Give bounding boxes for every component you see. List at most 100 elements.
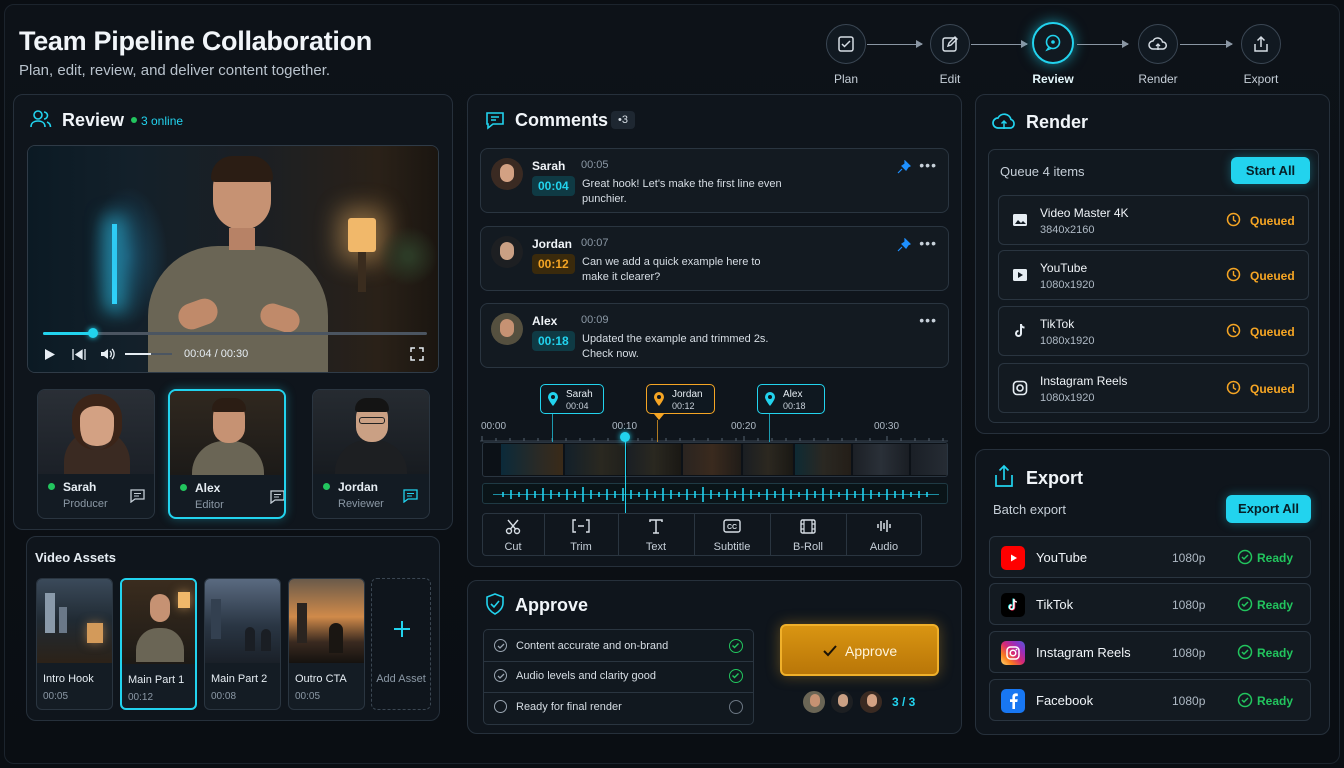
pipeline-arrow xyxy=(1077,40,1129,48)
volume-slider[interactable] xyxy=(125,353,172,355)
checklist-item[interactable]: Audio levels and clarity good xyxy=(483,661,754,691)
export-item[interactable]: TikTok 1080p Ready xyxy=(989,583,1311,625)
facebook-icon xyxy=(1001,689,1025,713)
more-icon[interactable]: ••• xyxy=(919,157,937,173)
export-item-resolution: 1080p xyxy=(1172,598,1206,612)
export-item[interactable]: Instagram Reels 1080p Ready xyxy=(989,631,1311,673)
render-queue-item[interactable]: TikTok 1080x1920 Queued xyxy=(998,306,1309,356)
check-circle-icon[interactable] xyxy=(494,639,507,652)
message-icon[interactable] xyxy=(403,489,418,508)
tool-label: Subtitle xyxy=(713,541,751,553)
asset-outro-cta[interactable]: Outro CTA 00:05 xyxy=(288,578,365,710)
collaborator-name: Jordan xyxy=(338,480,379,494)
comment-timecode[interactable]: 00:18 xyxy=(532,331,575,351)
pipeline-step-render[interactable]: Render xyxy=(1128,24,1188,86)
pipeline-step-export[interactable]: Export xyxy=(1231,24,1291,86)
asset-main-part-1[interactable]: Main Part 1 00:12 xyxy=(120,578,197,710)
collaborator-role: Editor xyxy=(195,499,224,511)
chat-bubble-icon xyxy=(1032,22,1074,64)
skip-icon[interactable] xyxy=(72,348,86,366)
tool-subtitle[interactable]: CC Subtitle xyxy=(694,513,770,556)
tool-cut[interactable]: Cut xyxy=(482,513,544,556)
asset-main-part-2[interactable]: Main Part 2 00:08 xyxy=(204,578,281,710)
render-queue-item[interactable]: Instagram Reels 1080x1920 Queued xyxy=(998,363,1309,413)
pin-icon[interactable] xyxy=(897,237,912,257)
tool-b-roll[interactable]: B-Roll xyxy=(770,513,846,556)
tool-label: Audio xyxy=(869,541,899,553)
queue-item-name: TikTok xyxy=(1040,317,1075,331)
video-assets-title: Video Assets xyxy=(35,550,116,565)
comment-item[interactable]: Sarah 00:05 00:04 Great hook! Let's make… xyxy=(480,148,949,213)
trim-icon xyxy=(544,519,618,533)
pipeline-step-review[interactable]: Review xyxy=(1023,22,1083,86)
export-item-name: YouTube xyxy=(1036,550,1088,565)
pipeline-step-edit[interactable]: Edit xyxy=(920,24,980,86)
pipeline-arrow xyxy=(1180,40,1233,48)
export-item-status: Ready xyxy=(1257,551,1294,565)
clock-icon xyxy=(1226,323,1241,343)
tool-trim[interactable]: Trim xyxy=(544,513,618,556)
fullscreen-icon[interactable] xyxy=(410,347,424,366)
video-player[interactable]: 00:04 / 00:30 xyxy=(27,145,439,373)
asset-duration: 00:08 xyxy=(211,691,237,702)
add-asset-button[interactable]: Add Asset xyxy=(371,578,431,710)
scissors-icon xyxy=(482,519,544,535)
pipeline-step-plan[interactable]: Plan xyxy=(816,24,876,86)
seek-handle[interactable] xyxy=(87,328,98,338)
export-item[interactable]: Facebook 1080p Ready xyxy=(989,679,1311,721)
avatar xyxy=(491,236,523,268)
render-queue-item[interactable]: Video Master 4K 3840x2160 Queued xyxy=(998,195,1309,245)
clock-icon xyxy=(1226,380,1241,400)
comment-text: Can we add a quick example here to make … xyxy=(582,256,761,283)
play-icon[interactable] xyxy=(44,348,56,366)
collaborator-card-alex[interactable]: Alex Editor xyxy=(168,389,286,519)
tool-label: Cut xyxy=(504,541,522,553)
video-track[interactable] xyxy=(482,442,948,477)
empty-circle-icon[interactable] xyxy=(494,700,507,713)
collaborator-card-sarah[interactable]: Sarah Producer xyxy=(37,389,155,519)
play-box-icon xyxy=(1012,267,1028,283)
playhead-handle[interactable] xyxy=(620,432,630,442)
asset-duration: 00:05 xyxy=(43,691,69,702)
more-icon[interactable]: ••• xyxy=(919,235,937,251)
collaborator-card-jordan[interactable]: Jordan Reviewer xyxy=(312,389,430,519)
asset-name: Intro Hook xyxy=(43,673,94,685)
playhead[interactable] xyxy=(625,433,626,520)
comment-timecode[interactable]: 00:04 xyxy=(532,176,575,196)
checklist-item[interactable]: Content accurate and on-brand xyxy=(483,631,754,661)
cloud-icon xyxy=(991,110,1017,137)
timeline-marker-alex[interactable]: Alex 00:18 xyxy=(757,384,825,414)
pipeline-step-label: Edit xyxy=(939,72,961,86)
comment-time: 00:05 xyxy=(581,159,609,171)
message-icon[interactable] xyxy=(130,489,145,508)
comment-item[interactable]: Alex 00:09 00:18 Updated the example and… xyxy=(480,303,949,368)
more-icon[interactable]: ••• xyxy=(919,312,937,328)
asset-intro-hook[interactable]: Intro Hook 00:05 xyxy=(36,578,113,710)
tool-audio[interactable]: Audio xyxy=(846,513,922,556)
start-all-button[interactable]: Start All xyxy=(1231,157,1310,184)
timeline-ruler xyxy=(480,436,948,442)
checkmark-icon xyxy=(823,644,837,662)
volume-icon[interactable] xyxy=(100,347,116,366)
marker-time: 00:12 xyxy=(672,401,695,411)
export-item-status: Ready xyxy=(1257,694,1294,708)
tool-text[interactable]: Text xyxy=(618,513,694,556)
render-queue-item[interactable]: YouTube 1080x1920 Queued xyxy=(998,250,1309,300)
comment-item[interactable]: Jordan 00:07 00:12 Can we add a quick ex… xyxy=(480,226,949,291)
location-pin-icon xyxy=(653,391,665,412)
tool-label: Text xyxy=(645,541,667,553)
audio-track[interactable] xyxy=(482,483,948,504)
collaborator-role: Producer xyxy=(63,498,108,510)
approve-button[interactable]: Approve xyxy=(780,624,939,676)
check-circle-icon[interactable] xyxy=(494,669,507,682)
pin-icon[interactable] xyxy=(897,159,912,179)
message-icon[interactable] xyxy=(270,490,284,509)
timeline-marker-sarah[interactable]: Sarah 00:04 xyxy=(540,384,604,414)
export-item[interactable]: YouTube 1080p Ready xyxy=(989,536,1311,578)
comment-timecode[interactable]: 00:12 xyxy=(532,254,575,274)
export-all-button[interactable]: Export All xyxy=(1226,495,1311,523)
export-item-status: Ready xyxy=(1257,646,1294,660)
seek-bar[interactable] xyxy=(43,332,427,335)
timeline-marker-jordan[interactable]: Jordan 00:12 xyxy=(646,384,715,414)
checklist-item[interactable]: Ready for final render xyxy=(483,692,754,722)
